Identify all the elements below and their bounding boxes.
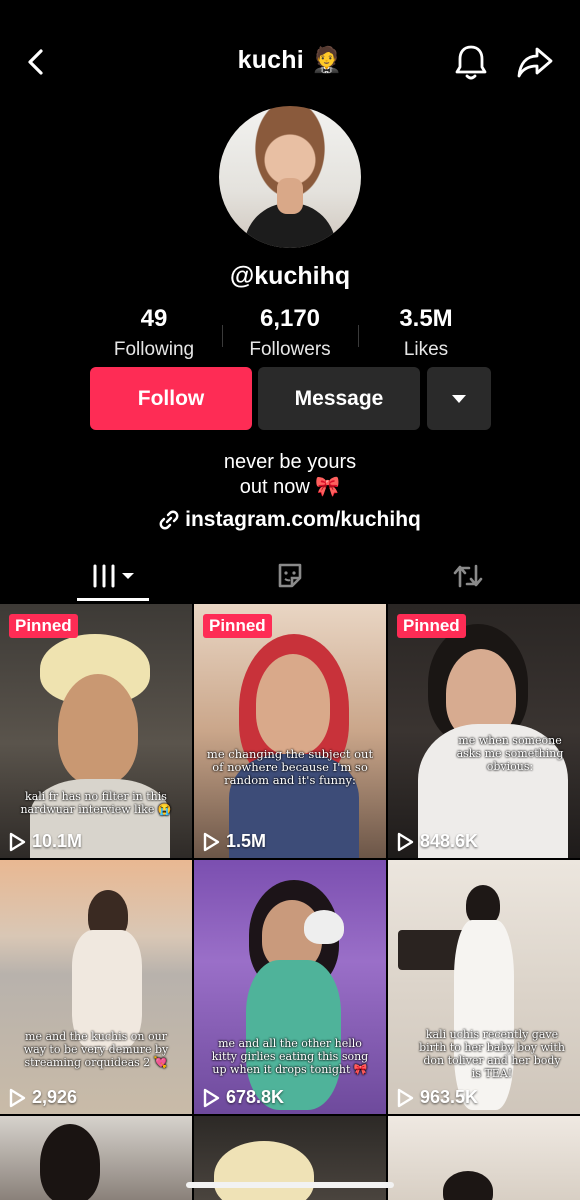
view-count: 2,926 xyxy=(8,1087,77,1108)
play-icon xyxy=(203,832,220,851)
follow-button[interactable]: Follow xyxy=(90,367,252,430)
video-thumbnail[interactable]: me and all the other hello kitty girlies… xyxy=(194,860,386,1114)
video-thumbnail[interactable] xyxy=(0,1116,192,1200)
thumb-face xyxy=(256,654,330,754)
view-count: 678.8K xyxy=(202,1087,284,1108)
view-count-text: 1.5M xyxy=(226,831,267,851)
profile-bio: never be yours out now 🎀 xyxy=(0,450,580,500)
stat-value: 6,170 xyxy=(259,305,321,332)
profile-link[interactable]: instagram.com/kuchihq xyxy=(0,508,580,532)
link-icon xyxy=(159,510,179,530)
pinned-badge: Pinned xyxy=(397,614,466,638)
pinned-badge: Pinned xyxy=(203,614,272,638)
play-icon xyxy=(203,1088,220,1107)
stat-followers[interactable]: 6,170 Followers xyxy=(225,305,355,361)
content-tabs xyxy=(0,550,580,602)
video-caption: kali fr has no filter in this nardwuar i… xyxy=(20,790,172,816)
thumb-hair xyxy=(214,1141,314,1200)
play-icon xyxy=(397,832,414,851)
video-caption: me when someone asks me something obviou… xyxy=(456,734,564,773)
avatar-hand xyxy=(277,178,303,214)
top-bar: kuchi 🤵 xyxy=(0,0,580,120)
more-options-button[interactable] xyxy=(427,367,491,430)
video-grid: Pinned kali fr has no filter in this nar… xyxy=(0,604,580,1200)
play-icon xyxy=(9,832,26,851)
video-caption: me and all the other hello kitty girlies… xyxy=(211,1037,369,1076)
share-icon[interactable] xyxy=(515,42,555,82)
view-count: 1.5M xyxy=(202,831,266,852)
bell-icon[interactable] xyxy=(452,42,490,82)
tab-reposts[interactable] xyxy=(440,550,496,602)
video-caption: me changing the subject out of nowhere b… xyxy=(206,747,374,787)
video-thumbnail[interactable] xyxy=(388,1116,580,1200)
pinned-badge: Pinned xyxy=(9,614,78,638)
tab-favorites[interactable] xyxy=(262,550,318,602)
video-caption: kali uchis recently gave birth to her ba… xyxy=(419,1028,565,1080)
view-count-text: 963.5K xyxy=(420,1087,479,1107)
stat-likes[interactable]: 3.5M Likes xyxy=(361,305,491,361)
thumb-face xyxy=(58,674,138,784)
tab-videos[interactable] xyxy=(77,550,149,602)
video-caption: me and the kuchis on our way to be very … xyxy=(23,1030,169,1069)
video-thumbnail[interactable]: Pinned me changing the subject out of no… xyxy=(194,604,386,858)
home-indicator xyxy=(186,1182,394,1188)
repost-icon xyxy=(453,564,483,588)
view-count: 848.6K xyxy=(396,831,478,852)
bio-line: never be yours xyxy=(223,451,357,473)
stat-label: Following xyxy=(113,339,195,360)
view-count-text: 848.6K xyxy=(420,831,479,851)
stat-label: Followers xyxy=(249,339,331,360)
thumb-head xyxy=(443,1171,493,1200)
active-tab-indicator xyxy=(77,598,149,601)
thumb-head xyxy=(466,885,500,925)
page-title: kuchi 🤵 xyxy=(237,46,343,74)
video-thumbnail[interactable]: me and the kuchis on our way to be very … xyxy=(0,860,192,1114)
play-icon xyxy=(397,1088,414,1107)
video-thumbnail[interactable]: Pinned kali fr has no filter in this nar… xyxy=(0,604,192,858)
stat-value: 49 xyxy=(140,305,168,332)
video-thumbnail[interactable]: kali uchis recently gave birth to her ba… xyxy=(388,860,580,1114)
view-count-text: 678.8K xyxy=(226,1087,285,1107)
bio-line: out now 🎀 xyxy=(239,476,341,498)
profile-link-text: instagram.com/kuchihq xyxy=(185,508,421,531)
thumb-head xyxy=(40,1124,100,1200)
video-thumbnail[interactable]: Pinned me when someone asks me something… xyxy=(388,604,580,858)
caret-down-icon xyxy=(452,394,466,403)
profile-stats: 49 Following 6,170 Followers 3.5M Likes xyxy=(0,305,580,365)
play-icon xyxy=(9,1088,26,1107)
view-count-text: 2,926 xyxy=(32,1087,78,1107)
stat-label: Likes xyxy=(403,339,449,360)
thumb-plush xyxy=(304,910,344,944)
stat-divider xyxy=(222,325,223,347)
stat-divider xyxy=(358,325,359,347)
grid-icon xyxy=(93,564,134,588)
stat-following[interactable]: 49 Following xyxy=(89,305,219,361)
avatar[interactable] xyxy=(219,106,361,248)
thumb-body xyxy=(454,920,514,1110)
profile-handle: @kuchihq xyxy=(229,262,351,290)
view-count-text: 10.1M xyxy=(32,831,83,851)
view-count: 963.5K xyxy=(396,1087,478,1108)
message-button[interactable]: Message xyxy=(258,367,420,430)
view-count: 10.1M xyxy=(8,831,82,852)
stat-value: 3.5M xyxy=(399,305,453,332)
sticker-icon xyxy=(278,563,302,588)
